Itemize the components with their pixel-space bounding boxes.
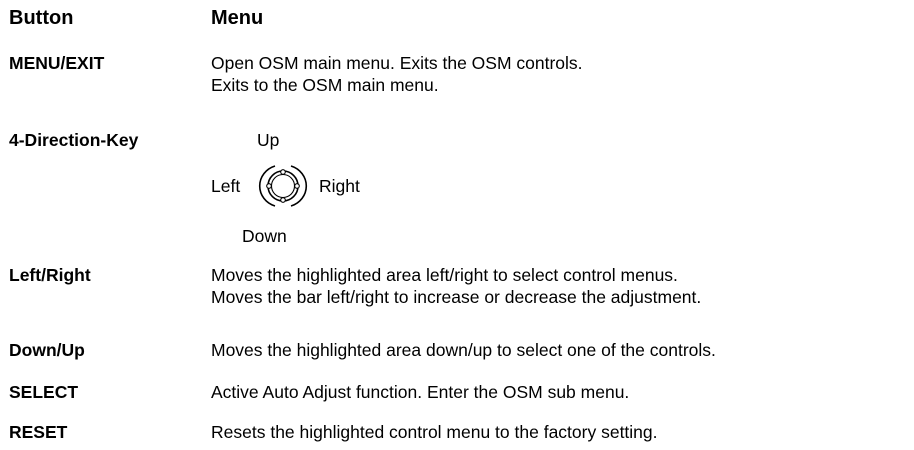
direction-right-label: Right [319, 176, 360, 196]
menu-column-header: Menu [211, 7, 264, 29]
down-up-label: Down/Up [9, 340, 85, 360]
left-right-line-1: Moves the highlighted area left/right to… [211, 265, 678, 285]
reset-line-1: Resets the highlighted control menu to t… [211, 422, 658, 442]
menu-exit-line-2: Exits to the OSM main menu. [211, 75, 439, 95]
down-up-description: Moves the highlighted area down/up to se… [211, 339, 716, 361]
button-column-header: Button [9, 7, 74, 29]
menu-exit-line-1: Open OSM main menu. Exits the OSM contro… [211, 53, 583, 73]
direction-left-label: Left [211, 176, 241, 196]
left-right-label: Left/Right [9, 265, 91, 285]
left-right-line-2: Moves the bar left/right to increase or … [211, 287, 702, 307]
reset-label: RESET [9, 422, 68, 442]
button-menu-reference: Button Menu MENU/EXIT Open OSM main menu… [0, 0, 914, 450]
down-up-line-1: Moves the highlighted area down/up to se… [211, 340, 716, 360]
direction-key-label: 4-Direction-Key [9, 130, 139, 150]
select-line-1: Active Auto Adjust function. Enter the O… [211, 382, 630, 402]
reset-description: Resets the highlighted control menu to t… [211, 421, 658, 443]
left-right-description: Moves the highlighted area left/right to… [211, 264, 701, 308]
four-direction-key-icon [258, 165, 308, 207]
direction-up-label: Up [257, 130, 280, 150]
menu-exit-description: Open OSM main menu. Exits the OSM contro… [211, 52, 583, 96]
select-label: SELECT [9, 382, 79, 402]
menu-exit-label: MENU/EXIT [9, 53, 105, 73]
select-description: Active Auto Adjust function. Enter the O… [211, 381, 629, 403]
direction-down-label: Down [242, 226, 287, 246]
